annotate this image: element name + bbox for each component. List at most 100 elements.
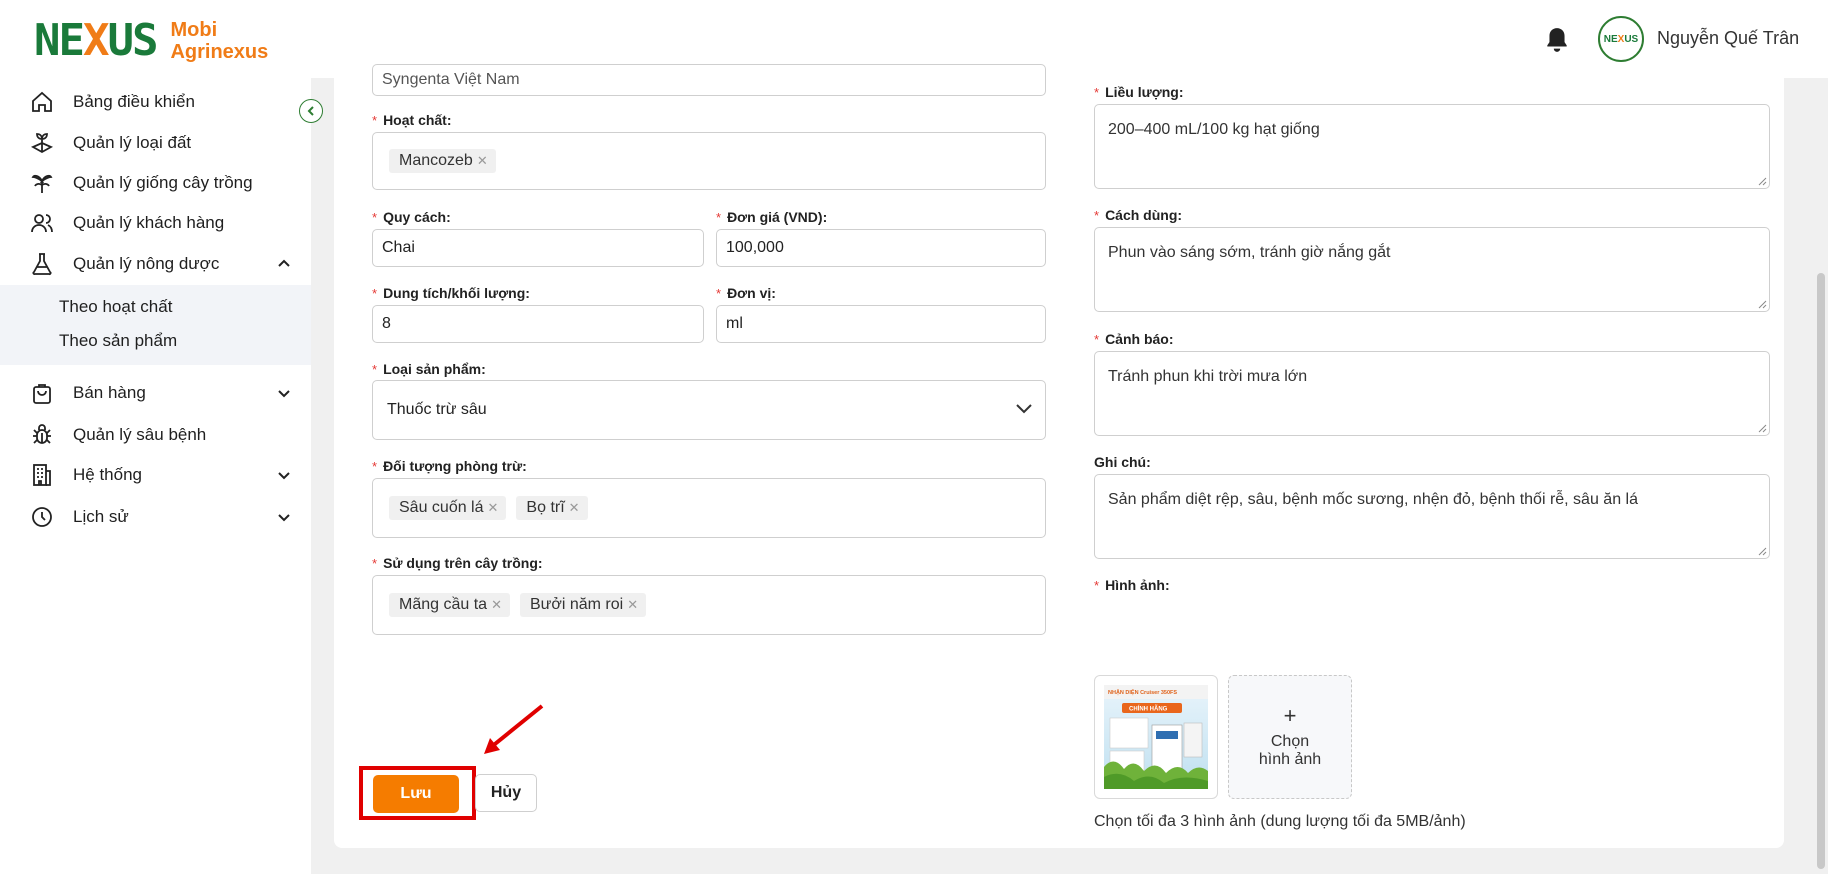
label-text: Hoạt chất: xyxy=(383,112,452,128)
thumbnail-badge-text: CHÍNH HÃNG xyxy=(1129,705,1168,713)
label-text: Loại sản phẩm: xyxy=(383,361,486,377)
crops-label: * Sử dụng trên cây trồng: xyxy=(372,555,543,571)
tag-label: Mãng cầu ta xyxy=(399,596,488,613)
warning-value: Tránh phun khi trời mưa lớn xyxy=(1108,368,1308,385)
label-text: Ghi chú: xyxy=(1094,454,1151,470)
images-label: * Hình ảnh: xyxy=(1094,577,1170,593)
manufacturer-input[interactable]: Syngenta Việt Nam xyxy=(372,64,1046,96)
logo-line-2: Agrinexus xyxy=(170,41,269,63)
required-marker: * xyxy=(372,362,378,377)
cancel-button[interactable]: Hủy xyxy=(475,774,537,812)
label-text: Liều lượng: xyxy=(1105,84,1184,100)
crops-select[interactable]: Mãng cầu ta ✕ Bưởi năm roi ✕ xyxy=(372,575,1046,635)
form-card: Syngenta Việt Nam * Hoạt chất: Mancozeb ✕ … xyxy=(334,64,1784,848)
close-icon[interactable]: ✕ xyxy=(477,153,488,169)
tag-label: Mancozeb xyxy=(399,152,473,169)
warning-label: * Cảnh báo: xyxy=(1094,331,1174,347)
sidebar-item-label: Bán hàng xyxy=(73,383,146,402)
product-type-label: * Loại sản phẩm: xyxy=(372,361,486,377)
required-marker: * xyxy=(372,556,378,571)
scrollbar-thumb[interactable] xyxy=(1817,273,1825,869)
submenu-item-by-active-ingredient[interactable]: Theo hoạt chất xyxy=(59,297,172,317)
choose-image-line-1: Chọn xyxy=(1270,733,1310,750)
avatar[interactable]: NEXUS xyxy=(1598,16,1644,62)
submenu-item-by-product[interactable]: Theo sản phẩm xyxy=(59,331,177,351)
collapse-sidebar-button[interactable] xyxy=(299,99,323,123)
tag: Sâu cuốn lá ✕ xyxy=(389,496,507,520)
uploaded-image-thumbnail[interactable]: NHẬN DIỆN Cruiser 350FS CHÍNH HÃNG xyxy=(1094,675,1218,799)
chevron-down-icon xyxy=(1016,404,1032,414)
unit-value: ml xyxy=(726,315,743,332)
flask-icon xyxy=(32,253,52,275)
logo-mark: NEXUS xyxy=(34,15,158,66)
notes-value: Sản phẩm diệt rệp, sâu, bệnh mốc sương, … xyxy=(1108,491,1638,508)
usage-value: Phun vào sáng sớm, tránh giờ nắng gắt xyxy=(1108,244,1391,261)
label-text: Đơn vị: xyxy=(727,285,776,301)
sidebar-item-label: Bảng điều khiển xyxy=(73,92,195,111)
required-marker: * xyxy=(716,210,722,225)
soil-icon xyxy=(30,133,54,154)
sidebar-item-customers[interactable]: Quản lý khách hàng xyxy=(0,203,311,243)
sidebar-item-pests[interactable]: Quản lý sâu bệnh xyxy=(0,415,311,455)
label-text: Sử dụng trên cây trồng: xyxy=(383,555,543,571)
packaging-input[interactable]: Chai xyxy=(372,229,704,267)
notes-textarea[interactable]: Sản phẩm diệt rệp, sâu, bệnh mốc sương, … xyxy=(1094,474,1770,559)
product-type-select[interactable]: Thuốc trừ sâu xyxy=(372,380,1046,440)
packaging-label: * Quy cách: xyxy=(372,209,451,225)
label-text: Đối tượng phòng trừ: xyxy=(383,458,527,474)
home-icon xyxy=(32,91,52,112)
usage-textarea[interactable]: Phun vào sáng sớm, tránh giờ nắng gắt xyxy=(1094,227,1770,312)
app-logo[interactable]: NEXUS Mobi Agrinexus xyxy=(34,12,268,70)
dosage-label: * Liều lượng: xyxy=(1094,84,1183,100)
resize-handle-icon[interactable] xyxy=(1757,176,1767,186)
bell-icon[interactable] xyxy=(1544,26,1570,54)
unit-price-input[interactable]: 100,000 xyxy=(716,229,1046,267)
volume-input[interactable]: 8 xyxy=(372,305,704,343)
sidebar-item-dashboard[interactable]: Bảng điều khiển xyxy=(0,82,311,122)
user-name[interactable]: Nguyễn Quế Trân xyxy=(1657,28,1799,49)
resize-handle-icon[interactable] xyxy=(1757,423,1767,433)
save-button[interactable]: Lưu xyxy=(373,775,459,813)
close-icon[interactable]: ✕ xyxy=(569,500,580,516)
choose-image-line-2: hình ảnh xyxy=(1258,751,1322,768)
targets-select[interactable]: Sâu cuốn lá ✕ Bọ trĩ ✕ xyxy=(372,478,1046,538)
unit-price-value: 100,000 xyxy=(726,239,784,256)
sidebar-item-history[interactable]: Lịch sử xyxy=(0,497,311,537)
sidebar-item-label: Quản lý khách hàng xyxy=(73,213,225,232)
active-ingredient-select[interactable]: Mancozeb ✕ xyxy=(372,132,1046,190)
dosage-textarea[interactable]: 200–400 mL/100 kg hạt giống xyxy=(1094,104,1770,189)
close-icon[interactable]: ✕ xyxy=(627,597,638,613)
close-icon[interactable]: ✕ xyxy=(488,500,499,516)
volume-value: 8 xyxy=(382,315,391,332)
sidebar-item-label: Lịch sử xyxy=(73,507,129,526)
sidebar-item-label: Quản lý loại đất xyxy=(73,133,192,152)
label-text: Cảnh báo: xyxy=(1105,331,1174,347)
chevron-down-icon xyxy=(278,390,290,398)
tag-label: Bưởi năm roi xyxy=(529,596,624,613)
tag-label: Sâu cuốn lá xyxy=(399,499,484,516)
sidebar-item-pesticides[interactable]: Quản lý nông dược xyxy=(0,244,311,284)
resize-handle-icon[interactable] xyxy=(1757,299,1767,309)
choose-image-button[interactable]: + Chọn hình ảnh xyxy=(1228,675,1352,799)
users-icon xyxy=(31,214,53,233)
label-text: Đơn giá (VND): xyxy=(727,209,828,225)
annotation-arrow-icon xyxy=(484,704,544,754)
sidebar-item-soil[interactable]: Quản lý loại đất xyxy=(0,123,311,163)
unit-input[interactable]: ml xyxy=(716,305,1046,343)
sidebar: Bảng điều khiển Quản lý loại đất Quản lý… xyxy=(0,78,311,874)
sidebar-item-label: Hệ thống xyxy=(73,465,142,484)
sidebar-item-plant-varieties[interactable]: Quản lý giống cây trồng xyxy=(0,163,311,203)
required-marker: * xyxy=(1094,85,1100,100)
required-marker: * xyxy=(1094,332,1100,347)
clock-icon xyxy=(32,507,52,527)
resize-handle-icon[interactable] xyxy=(1757,546,1767,556)
chevron-left-icon xyxy=(307,106,314,116)
close-icon[interactable]: ✕ xyxy=(491,597,502,613)
required-marker: * xyxy=(1094,578,1100,593)
sidebar-item-sales[interactable]: Bán hàng xyxy=(0,373,311,413)
chevron-down-icon xyxy=(278,514,290,522)
warning-textarea[interactable]: Tránh phun khi trời mưa lớn xyxy=(1094,351,1770,436)
building-icon xyxy=(33,464,51,486)
sidebar-item-system[interactable]: Hệ thống xyxy=(0,455,311,495)
chevron-down-icon xyxy=(278,472,290,480)
